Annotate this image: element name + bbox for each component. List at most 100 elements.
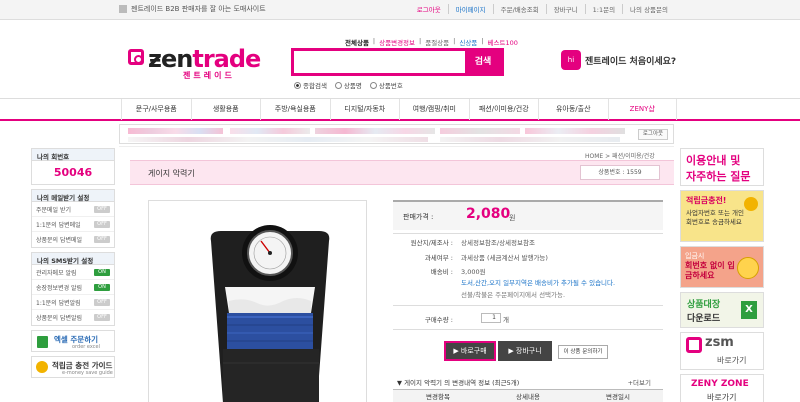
nav-living[interactable]: 생활용품	[190, 99, 261, 120]
welcome-banner[interactable]: hi 젠트레이드 처음이세요?	[561, 50, 676, 70]
product-title: 게이지 악력기	[148, 169, 195, 178]
logo-subtitle: 젠트레이드	[183, 71, 235, 80]
guide-faq-banner[interactable]: 이용안내 및 자주하는 질문	[680, 148, 764, 186]
logo-mark-icon	[128, 49, 144, 65]
my-number-box: 나의 회번호 50046	[31, 148, 115, 185]
tab-new[interactable]: 신상품	[457, 37, 479, 47]
sms-setting-row: 관리자메모 알림 ON	[32, 265, 114, 280]
radio-name[interactable]: 상품명	[334, 80, 362, 90]
change-history-title: ▼ 게이지 악력기 의 변경내역 정보 (최근5개)	[397, 379, 520, 387]
product-inquiry-button[interactable]: 이 상품 문의하기	[558, 345, 608, 359]
coin-icon	[36, 361, 48, 373]
change-history: ▼ 게이지 악력기 의 변경내역 정보 (최근5개) +더보기 변경항목 상세내…	[393, 375, 663, 402]
recent-items-strip: 로그아웃	[119, 124, 674, 144]
radio-icon	[334, 81, 342, 89]
product-inquiry-link[interactable]: 나의 상품문의	[622, 4, 675, 14]
zeny-zone-banner[interactable]: ZENY ZONE 바로가기	[680, 374, 764, 402]
sms-setting-row: 송장정보변경 알림 ON	[32, 280, 114, 295]
nav-zeny-shop[interactable]: ZENY샵	[607, 99, 677, 120]
nav-kids[interactable]: 유아동/출산	[538, 99, 608, 120]
search-button[interactable]: 검색	[465, 51, 501, 73]
price-unit: 원	[509, 214, 516, 222]
mail-setting-row: 상품문의 답변메일 OFF	[32, 232, 114, 247]
mail-settings-title: 나의 메일받기 설정	[32, 190, 114, 202]
home-icon[interactable]	[119, 5, 127, 13]
price-label: 판매가격 :	[403, 213, 434, 221]
radio-number[interactable]: 상품번호	[369, 80, 403, 90]
sms-invoice-toggle[interactable]: ON	[94, 283, 110, 291]
product-title-bar: 게이지 악력기 상품번호 : 1559	[130, 160, 674, 185]
quantity-input[interactable]: 1	[481, 313, 501, 323]
product-info: 판매가격 : 2,080 원 원산지/제조사 : 상세정보참조/상세정보참조 과세…	[393, 200, 663, 330]
strip-logout-button[interactable]: 로그아웃	[638, 129, 668, 140]
logo-wordmark: ƶentrade	[148, 45, 261, 73]
product-image	[148, 200, 367, 402]
tab-all-products[interactable]: 전체상품	[343, 37, 371, 47]
quantity-label: 구매수량 :	[424, 316, 453, 324]
buy-now-button[interactable]: ▶ 바로구매	[444, 341, 496, 361]
tab-soldout[interactable]: 품절상품	[423, 37, 451, 47]
top-links: 로그아웃 마이페이지 주문/배송조회 장바구니 1:1문의 나의 상품문의	[410, 4, 675, 14]
sms-setting-row: 1:1문의 답변알림 OFF	[32, 295, 114, 310]
emoney-guide-button[interactable]: 적립금 충전 가이드 e-money save guide	[31, 356, 115, 378]
excel-icon	[37, 336, 48, 348]
excel-icon: X	[741, 301, 757, 319]
nav-digital[interactable]: 디지털/자동차	[329, 99, 400, 120]
my-number-value: 50046	[53, 166, 93, 179]
category-nav: 문구/사무용품 생활용품 주방/욕실용품 디지털/자동차 여행/캠핑/취미 패션…	[0, 98, 800, 121]
zsm-banner[interactable]: zsm 바로가기	[680, 332, 764, 370]
logout-link[interactable]: 로그아웃	[410, 4, 448, 14]
inquiry-link[interactable]: 1:1문의	[584, 4, 622, 14]
tab-changed-products[interactable]: 상품변경정보	[377, 37, 417, 47]
site-description: 젠트레이드 B2B 판매자를 잘 아는 도매사이트	[131, 5, 266, 13]
mail-setting-row: 1:1문의 답변메일 OFF	[32, 217, 114, 232]
left-sidebar: 나의 회번호 50046 나의 메일받기 설정 주문메일 받기 OFF 1:1문의…	[31, 148, 115, 378]
sms-product-toggle[interactable]: OFF	[94, 314, 110, 321]
search-tabs: 전체상품 | 상품변경정보 | 품절상품 | 신상품 | 베스트100	[343, 37, 520, 47]
col-detail: 상세내용	[516, 393, 540, 401]
radio-icon	[369, 81, 377, 89]
sms-settings-title: 나의 SMS받기 설정	[32, 253, 114, 265]
nav-fashion[interactable]: 패션/이미용/건강	[468, 99, 539, 120]
nav-stationery[interactable]: 문구/사무용품	[121, 99, 191, 120]
col-item: 변경항목	[426, 393, 450, 401]
hand-grip-image	[210, 225, 330, 402]
emoney-charge-banner[interactable]: 적립금충전! 사업자번호 또는 개인 회번호로 송금하세요	[680, 190, 764, 242]
coin-icon	[744, 197, 758, 211]
mail-settings-box: 나의 메일받기 설정 주문메일 받기 OFF 1:1문의 답변메일 OFF 상품문의…	[31, 189, 115, 248]
top-utility-bar: 젠트레이드 B2B 판매자를 잘 아는 도매사이트 로그아웃 마이페이지 주문/…	[0, 0, 800, 20]
more-link[interactable]: +더보기	[628, 377, 651, 387]
tab-best100[interactable]: 베스트100	[486, 37, 520, 47]
mypage-link[interactable]: 마이페이지	[447, 4, 493, 14]
price-value: 2,080	[466, 206, 511, 222]
deposit-banner[interactable]: 입금시 회번호 없이 입금하세요	[680, 246, 764, 288]
breadcrumb: HOME > 패션/이미용/건강	[585, 153, 655, 160]
quantity-unit: 개	[503, 316, 509, 324]
nav-travel[interactable]: 여행/캠핑/취미	[399, 99, 469, 120]
radio-all[interactable]: 종합검색	[294, 80, 327, 90]
sms-settings-box: 나의 SMS받기 설정 관리자메모 알림 ON 송장정보변경 알림 ON 1:1문의…	[31, 252, 115, 326]
add-to-cart-button[interactable]: ▶ 장바구니	[498, 341, 552, 361]
col-date: 변경일시	[606, 393, 630, 401]
cart-link[interactable]: 장바구니	[545, 4, 585, 14]
search-input[interactable]	[294, 51, 464, 73]
mail-order-toggle[interactable]: OFF	[94, 205, 110, 213]
excel-order-button[interactable]: 엑셀 주문하기 order excel	[31, 330, 115, 352]
change-history-header: 변경항목 상세내용 변경일시	[393, 389, 663, 402]
zsm-logo-icon	[686, 337, 702, 353]
mail-setting-row: 주문메일 받기 OFF	[32, 202, 114, 217]
sms-setting-row: 상품문의 답변알림 OFF	[32, 310, 114, 325]
mail-product-toggle[interactable]: OFF	[94, 236, 110, 243]
order-tracking-link[interactable]: 주문/배송조회	[492, 4, 546, 14]
product-number: 상품번호 : 1559	[580, 165, 660, 180]
smile-icon	[737, 257, 759, 279]
sms-memo-toggle[interactable]: ON	[94, 268, 110, 276]
mail-inquiry-toggle[interactable]: OFF	[94, 220, 110, 228]
my-number-title: 나의 회번호	[32, 149, 114, 161]
sms-inquiry-toggle[interactable]: OFF	[94, 298, 110, 306]
search-type-radios: 종합검색 상품명 상품번호	[294, 80, 411, 90]
product-list-download-banner[interactable]: 상품대장 다운로드 X	[680, 292, 764, 328]
nav-kitchen[interactable]: 주방/욕실용품	[260, 99, 330, 120]
welcome-text: 젠트레이드 처음이세요?	[585, 56, 677, 67]
price-box: 판매가격 : 2,080 원	[393, 200, 663, 230]
